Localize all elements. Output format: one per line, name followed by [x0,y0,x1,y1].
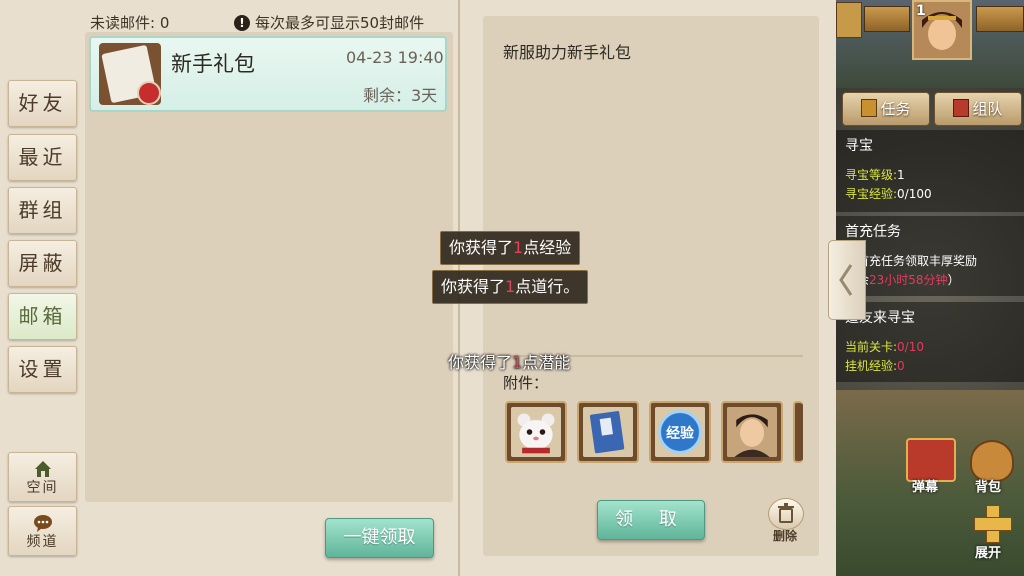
hero-portrait-icon [727,407,777,457]
tab-friends[interactable]: 好友 [8,80,77,127]
chevron-left-icon [839,264,853,296]
expand-label[interactable]: 展开 [975,542,1001,561]
trash-icon [768,498,804,530]
quest-header: 寻宝 [845,138,873,154]
mail-limit-notice: ! 每次最多可显示50封邮件 [234,12,424,33]
mail-detail-title: 新服助力新手礼包 [503,43,632,62]
mail-remaining: 剩余：3天 [363,86,438,105]
tab-channel[interactable]: 频道 [8,506,77,556]
house-icon [34,461,51,477]
delete-button[interactable]: 删除 [767,498,804,543]
hud-bar [864,6,910,32]
toast-exp: 你获得了1点经验 [440,231,581,265]
tab-recent[interactable]: 最近 [8,134,77,181]
tab-channel-label: 频道 [26,534,59,550]
tab-settings[interactable]: 设置 [8,346,77,393]
level-badge: 1 [916,3,926,19]
task-button-label: 任务 [880,100,911,118]
mail-item[interactable]: 新手礼包 04-23 19:40 剩余：3天 [89,36,447,112]
flag-icon [953,99,970,117]
chat-bubble-icon [33,515,52,532]
tab-groups[interactable]: 群组 [8,187,77,234]
quest-line: 寻宝经验:0/100 [845,187,932,201]
collapse-panel-button[interactable] [828,240,866,320]
task-button[interactable]: 任务 [842,92,930,126]
bag-label[interactable]: 背包 [975,476,1001,495]
toast-dao: 你获得了1点道行。 [432,270,589,304]
experience-orb-icon: 经验 [655,407,705,457]
tab-mailbox[interactable]: 邮箱 [8,293,77,340]
hud-bar [976,6,1024,32]
quest-treasure[interactable]: 寻宝 寻宝等级:1 寻宝经验:0/100 [836,130,1024,212]
mail-date: 04-23 19:40 [346,48,444,67]
attachment-slot-partial[interactable] [793,401,803,463]
quest-line: 当前关卡:0/10 [845,340,924,354]
plus-icon [972,503,1012,543]
claim-button[interactable]: 领 取 [597,500,705,540]
quest-line: 挂机经验:0 [845,359,905,373]
svg-text:经验: 经验 [666,425,694,442]
tab-space-label: 空间 [26,480,59,496]
scroll-icon [861,99,878,117]
quest-line: 寻宝等级:1 [845,168,905,182]
attachment-slot[interactable] [577,401,639,463]
float-potential: 你获得了1点潜能 [448,353,571,372]
attachment-slot[interactable]: 经验 [649,401,711,463]
side-frame [836,2,862,38]
claim-all-button[interactable]: 一键领取 [325,518,434,558]
team-button[interactable]: 组队 [934,92,1022,126]
tab-space[interactable]: 空间 [8,452,77,502]
attachment-slot[interactable] [721,401,783,463]
player-avatar[interactable]: 1 [912,0,972,60]
tab-blocked[interactable]: 屏蔽 [8,240,77,287]
team-button-label: 组队 [972,100,1003,118]
unread-count: 未读邮件: 0 [90,14,170,32]
quest-header: 首充任务 [845,224,901,240]
attachment-slot[interactable] [505,401,567,463]
exclamation-icon: ! [234,15,250,31]
white-bear-pet-icon [511,407,561,457]
blue-book-icon [583,407,633,457]
mail-limit-text: 每次最多可显示50封邮件 [255,14,425,32]
gift-letter-icon [99,43,161,105]
bomb-label[interactable]: 弹幕 [912,476,938,495]
delete-label: 删除 [772,529,797,543]
attachments-label: 附件： [503,374,549,392]
mail-title: 新手礼包 [171,52,255,76]
